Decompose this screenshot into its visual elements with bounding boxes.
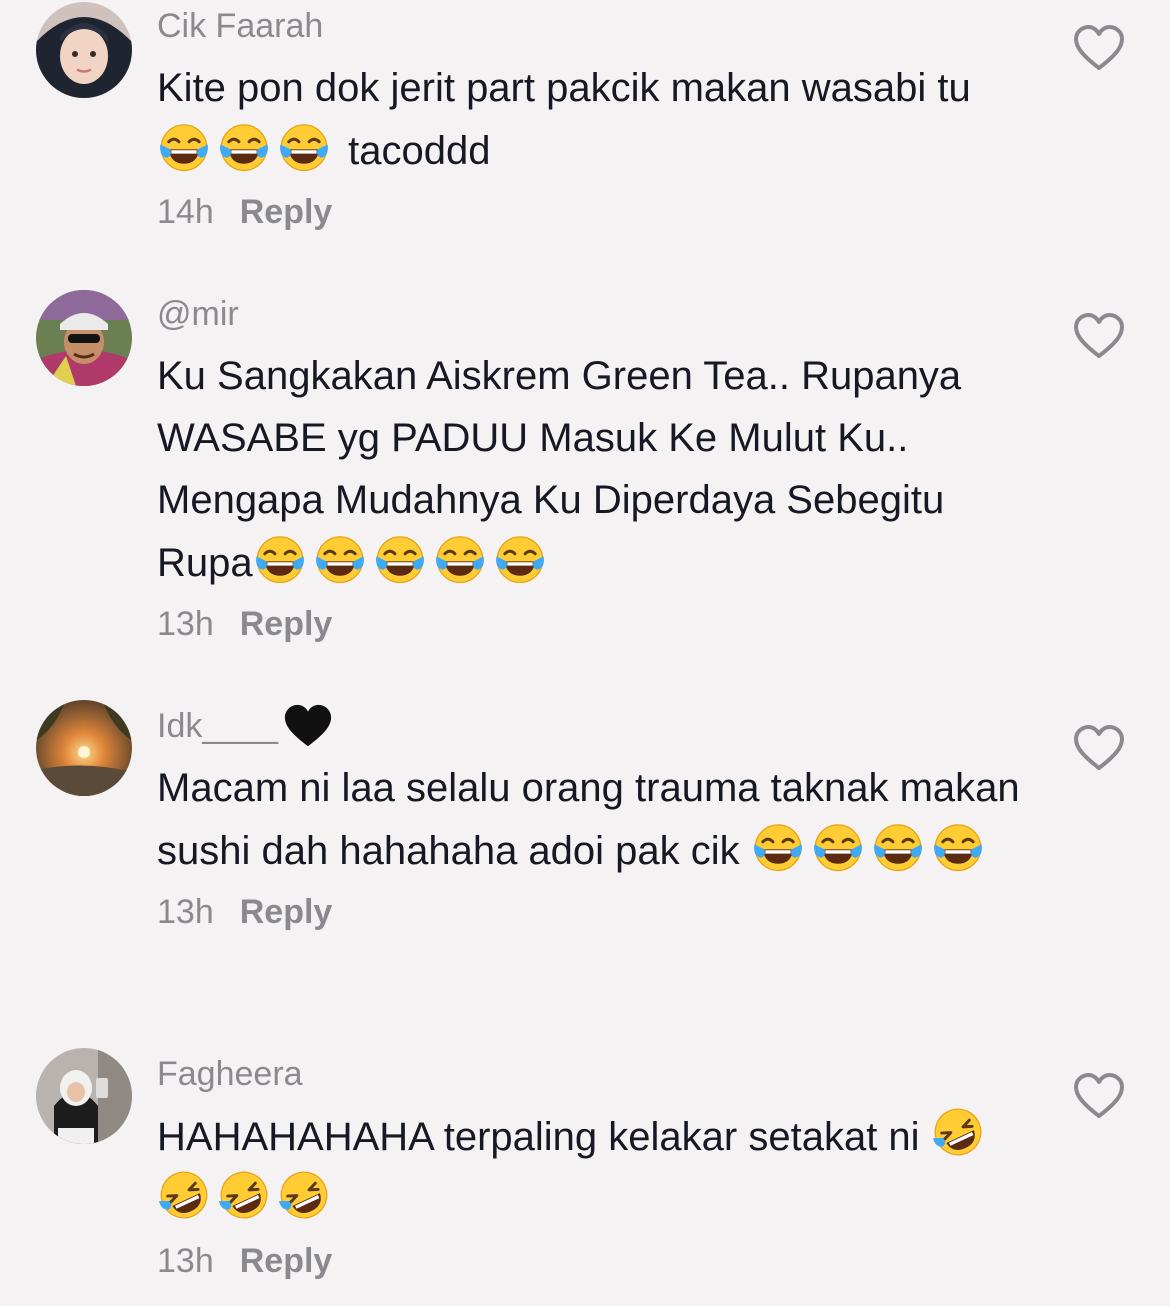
timestamp: 13h <box>157 605 214 643</box>
comment-text: Ku Sangkakan Aiskrem Green Tea.. Rupanya… <box>157 354 962 585</box>
reply-button[interactable]: Reply <box>240 605 333 643</box>
heart-outline-icon[interactable] <box>1072 1072 1126 1120</box>
timestamp: 14h <box>157 193 214 231</box>
reply-button[interactable]: Reply <box>240 1242 333 1280</box>
comment-meta: 13h Reply <box>157 604 1037 644</box>
comment-text: Macam ni laa selalu orang trauma taknak … <box>157 766 1020 873</box>
heart-outline-icon[interactable] <box>1072 24 1126 72</box>
face-with-tears-of-joy-emoji <box>253 535 553 585</box>
timestamp: 13h <box>157 1242 214 1280</box>
avatar[interactable] <box>36 2 132 98</box>
comment-text: HAHAHAHAHA terpaling kelakar setakat ni <box>149 1100 1037 1231</box>
avatar[interactable] <box>36 700 132 796</box>
comment-meta: 13h Reply <box>157 1241 1037 1281</box>
black-heart-emoji <box>282 702 334 750</box>
username[interactable]: @mir <box>157 288 1037 340</box>
heart-outline-icon[interactable] <box>1072 312 1126 360</box>
face-with-tears-of-joy-emoji <box>157 123 337 173</box>
comment-meta: 14h Reply <box>157 192 1037 232</box>
comment-meta: 13h Reply <box>157 892 1037 932</box>
reply-button[interactable]: Reply <box>240 893 333 931</box>
comment-list: Cik Faarah Kite pon dok jerit part pakci… <box>0 0 1170 1306</box>
heart-outline-icon[interactable] <box>1072 724 1126 772</box>
reply-button[interactable]: Reply <box>240 193 333 231</box>
face-with-tears-of-joy-emoji <box>751 823 991 873</box>
comment-text: Kite pon dok jerit part pakcik makan was… <box>157 66 971 173</box>
timestamp: 13h <box>157 893 214 931</box>
avatar[interactable] <box>36 1048 132 1144</box>
username[interactable]: Fagheera <box>157 1048 1037 1100</box>
avatar[interactable] <box>36 290 132 386</box>
username[interactable]: Cik Faarah <box>157 0 1037 52</box>
username: Idk____ <box>157 700 1037 752</box>
